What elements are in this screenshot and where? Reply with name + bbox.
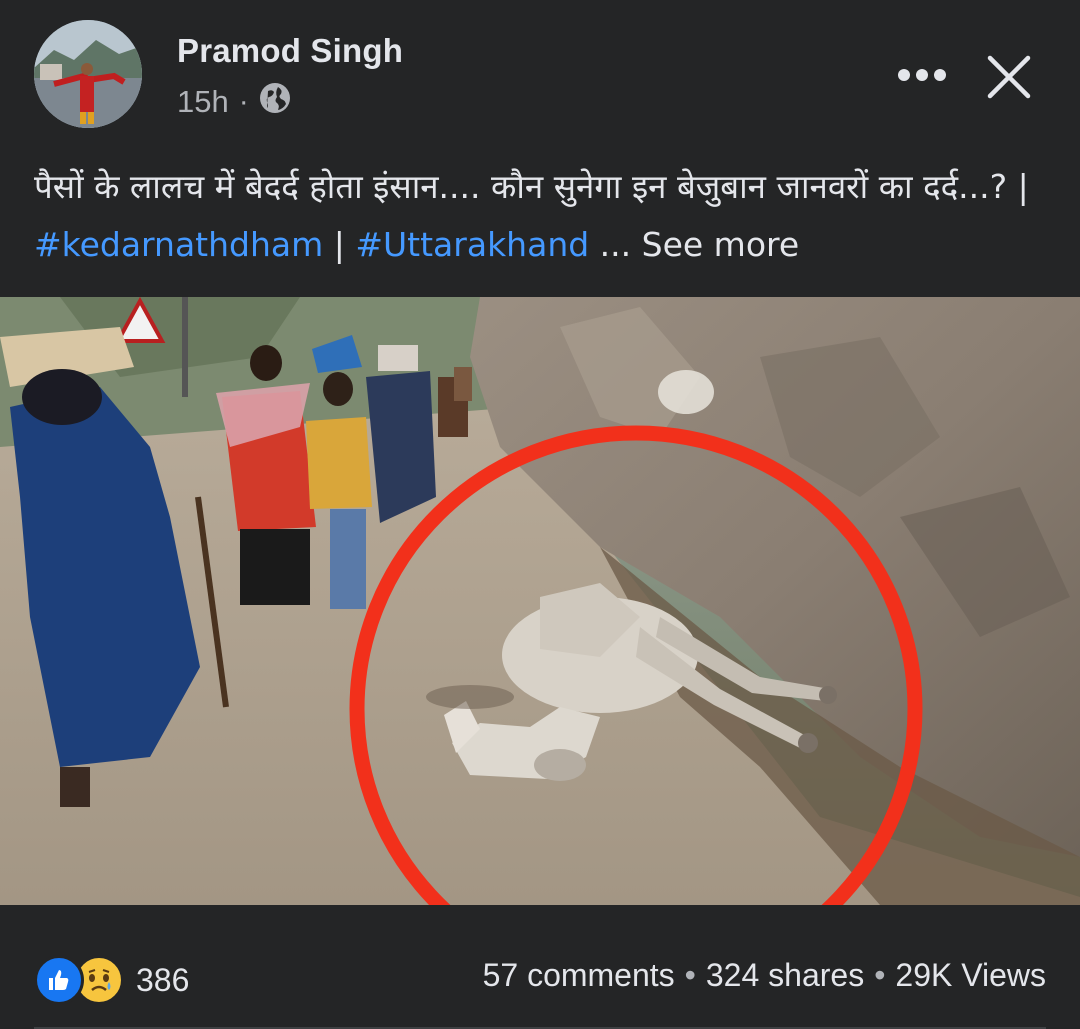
views-count: 29K Views [895, 957, 1046, 993]
shares-count[interactable]: 324 shares [706, 957, 864, 994]
close-icon [987, 55, 1031, 99]
caption-ellipsis: ... [589, 225, 642, 264]
like-icon [34, 955, 84, 1005]
more-options-button[interactable] [894, 55, 950, 95]
reactions-summary[interactable]: 386 [34, 955, 189, 1005]
post-stats: 57 comments • 324 shares • 29K Views [483, 957, 1046, 994]
hashtag-kedarnathdham[interactable]: #kedarnathdham [34, 225, 323, 264]
post-footer: 386 57 comments • 324 shares • 29K Views [0, 905, 1080, 1029]
comments-count[interactable]: 57 comments [483, 957, 675, 994]
reaction-count: 386 [136, 961, 190, 998]
caption-text: पैसों के लालच में बेदर्द होता इंसान.... … [34, 167, 1029, 206]
close-button[interactable] [982, 50, 1036, 104]
post-header: Pramod Singh 15h · [0, 0, 1080, 140]
author-avatar[interactable] [34, 20, 142, 128]
post-meta: 15h · [177, 82, 291, 122]
post-time[interactable]: 15h [177, 84, 229, 120]
hashtag-uttarakhand[interactable]: #Uttarakhand [355, 225, 589, 264]
author-name[interactable]: Pramod Singh [177, 32, 403, 70]
more-options-icon [898, 69, 946, 81]
meta-separator: · [238, 85, 249, 118]
stats-separator-2: • [874, 957, 886, 993]
caption-separator: | [323, 225, 356, 264]
post-photo[interactable] [0, 297, 1080, 905]
post-caption: पैसों के लालच में बेदर्द होता इंसान.... … [34, 158, 1044, 274]
globe-icon [259, 82, 291, 122]
see-more-link[interactable]: See more [642, 225, 800, 264]
stats-separator-1: • [684, 957, 696, 993]
